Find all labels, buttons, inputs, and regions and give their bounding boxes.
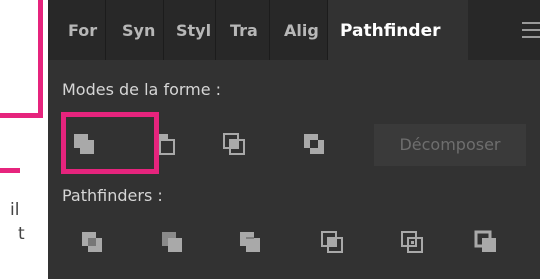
tab-label: For: [68, 21, 98, 40]
minus-back-icon[interactable]: [474, 230, 500, 256]
shape-modes-label: Modes de la forme :: [62, 80, 222, 99]
tab-label: Syn: [122, 21, 156, 40]
merge-icon[interactable]: [238, 230, 264, 256]
tab-format[interactable]: For: [48, 0, 106, 60]
callout-line-vertical: [38, 0, 43, 118]
tab-styles[interactable]: Styl: [164, 0, 216, 60]
outline-icon[interactable]: [400, 230, 426, 256]
hamburger-menu-icon[interactable]: [522, 22, 540, 38]
tab-align[interactable]: Alig: [270, 0, 328, 60]
expand-button[interactable]: Décomposer: [374, 124, 526, 166]
unite-highlight-box: [61, 112, 159, 174]
tab-bar: For Syn Styl Tra Alig Pathfinder: [48, 0, 540, 60]
tab-label: Styl: [176, 21, 212, 40]
side-text-1: il: [10, 200, 20, 220]
side-text-2: t: [18, 224, 25, 244]
divide-icon[interactable]: [80, 230, 106, 256]
pathfinders-label: Pathfinders :: [62, 186, 163, 205]
trim-icon[interactable]: [160, 230, 186, 256]
exclude-icon[interactable]: [302, 132, 328, 158]
tab-transform[interactable]: Tra: [216, 0, 270, 60]
crop-icon[interactable]: [320, 230, 346, 256]
tab-pathfinder[interactable]: Pathfinder: [328, 0, 468, 60]
tab-symbols[interactable]: Syn: [106, 0, 164, 60]
intersect-icon[interactable]: [222, 132, 248, 158]
callout-line-horizontal: [0, 113, 43, 118]
callout-line-bottom: [0, 168, 20, 173]
tab-label: Alig: [284, 21, 319, 40]
tab-label: Tra: [230, 21, 258, 40]
